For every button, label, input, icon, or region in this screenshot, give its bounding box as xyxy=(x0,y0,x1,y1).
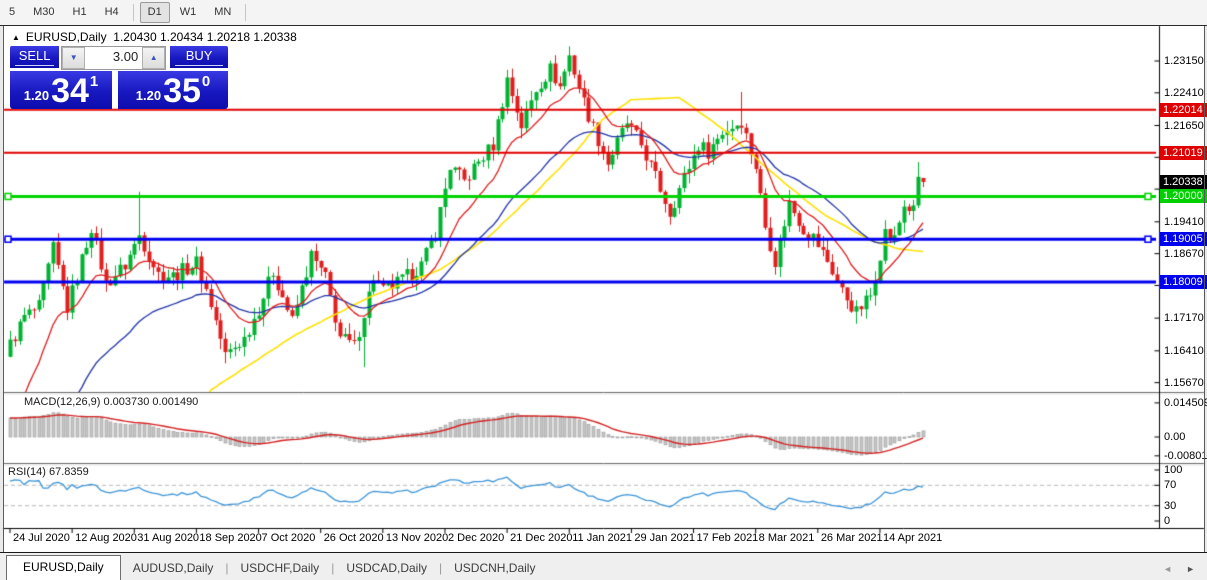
date-axis-label: 18 Sep 2020 xyxy=(199,532,261,544)
tab-scroll-controls: ◄► xyxy=(1163,565,1195,580)
collapse-panel-icon[interactable]: ▲ xyxy=(12,33,20,42)
date-axis-label: 24 Jul 2020 xyxy=(13,532,70,544)
date-axis-label: 14 Apr 2021 xyxy=(883,532,942,544)
date-axis-label: 11 Jan 2021 xyxy=(572,532,632,544)
bid-price-big: 34 xyxy=(51,74,89,108)
ask-price-button[interactable]: 1.20 35 0 xyxy=(118,71,228,109)
rsi-scale-label: 30 xyxy=(1164,500,1176,512)
one-click-trading-panel: SELL ▼ 3.00 ▲ BUY 1.20 34 1 1.20 35 0 xyxy=(10,46,228,109)
tab-scroll-right-icon[interactable]: ► xyxy=(1186,565,1195,574)
symbol-tab-usdcnh[interactable]: USDCNH,Daily xyxy=(442,557,547,580)
price-level-flag: 1.19005 xyxy=(1160,232,1207,246)
volume-spinner: ▼ 3.00 ▲ xyxy=(61,46,166,70)
chart-title: EURUSD,Daily 1.20430 1.20434 1.20218 1.2… xyxy=(26,30,297,44)
buy-underline xyxy=(175,65,223,66)
price-axis-tick-label: 1.22410 xyxy=(1164,87,1204,99)
price-axis-tick-label: 1.18670 xyxy=(1164,248,1204,260)
macd-scale-label: 0.014509 xyxy=(1164,397,1207,409)
timeframe-button-m30[interactable]: M30 xyxy=(25,2,62,23)
sell-button[interactable]: SELL xyxy=(10,46,59,68)
rsi-scale-label: 0 xyxy=(1164,515,1170,527)
price-axis-tick-label: 1.23150 xyxy=(1164,55,1204,67)
date-axis-label: 21 Dec 2020 xyxy=(510,532,572,544)
date-axis-label: 29 Jan 2021 xyxy=(634,532,695,544)
macd-name: MACD(12,26,9) xyxy=(24,396,100,408)
toolbar-separator xyxy=(133,4,134,21)
date-axis-label: 12 Aug 2020 xyxy=(75,532,137,544)
date-axis-label: 8 Mar 2021 xyxy=(759,532,815,544)
date-axis-label: 7 Oct 2020 xyxy=(262,532,316,544)
rsi-value: 67.8359 xyxy=(49,466,89,478)
date-axis-label: 31 Aug 2020 xyxy=(137,532,199,544)
macd-scale-label: -0.008017 xyxy=(1164,450,1207,462)
symbol-tab-audusd[interactable]: AUDUSD,Daily xyxy=(121,557,226,580)
symbol-tab-usdchf[interactable]: USDCHF,Daily xyxy=(229,557,332,580)
tab-scroll-left-icon[interactable]: ◄ xyxy=(1163,565,1172,574)
date-axis-label: 17 Feb 2021 xyxy=(697,532,759,544)
ask-price-prefix: 1.20 xyxy=(136,88,161,103)
buy-button[interactable]: BUY xyxy=(170,46,228,68)
rsi-indicator-label: RSI(14) 67.8359 xyxy=(8,466,89,478)
ask-price-sup: 0 xyxy=(202,73,210,90)
volume-decrease-button[interactable]: ▼ xyxy=(62,47,85,69)
volume-input[interactable]: 3.00 xyxy=(85,47,142,69)
symbol-tab-usdcad[interactable]: USDCAD,Daily xyxy=(334,557,439,580)
rsi-name: RSI(14) xyxy=(8,466,46,478)
timeframe-toolbar: 5M30H1H4 D1W1MN xyxy=(0,0,1207,26)
price-axis-tick-label: 1.16410 xyxy=(1164,345,1204,357)
date-axis-label: 26 Oct 2020 xyxy=(324,532,384,544)
macd-values: 0.003730 0.001490 xyxy=(103,396,198,408)
price-axis-tick-label: 1.19410 xyxy=(1164,216,1204,228)
ask-price-big: 35 xyxy=(163,74,201,108)
bid-price-button[interactable]: 1.20 34 1 xyxy=(10,71,112,109)
symbol-tab-eurusd[interactable]: EURUSD,Daily xyxy=(6,555,121,580)
sell-button-label: SELL xyxy=(19,48,51,63)
buy-button-label: BUY xyxy=(186,48,213,63)
price-axis-tick-label: 1.15670 xyxy=(1164,377,1204,389)
timeframe-button-d1[interactable]: D1 xyxy=(140,2,170,23)
bid-price-prefix: 1.20 xyxy=(24,88,49,103)
price-level-flag: 1.20338 xyxy=(1160,175,1207,189)
price-level-flag: 1.18009 xyxy=(1160,275,1207,289)
timeframe-button-h1[interactable]: H1 xyxy=(65,2,95,23)
bid-price-sup: 1 xyxy=(90,73,98,90)
timeframe-button-w1[interactable]: W1 xyxy=(172,2,205,23)
chart-header: ▲ EURUSD,Daily 1.20430 1.20434 1.20218 1… xyxy=(12,30,297,44)
date-axis-label: 13 Nov 2020 xyxy=(386,532,448,544)
date-axis-label: 2 Dec 2020 xyxy=(448,532,504,544)
timeframe-button-5[interactable]: 5 xyxy=(1,2,23,23)
price-axis-tick-label: 1.21650 xyxy=(1164,120,1204,132)
macd-scale-label: 0.00 xyxy=(1164,431,1185,443)
volume-increase-button[interactable]: ▲ xyxy=(142,47,165,69)
timeframe-button-mn[interactable]: MN xyxy=(206,2,239,23)
symbol-tab-bar: EURUSD,DailyAUDUSD,Daily|USDCHF,Daily|US… xyxy=(0,552,1207,580)
price-level-flag: 1.22014 xyxy=(1160,103,1207,117)
price-level-flag: 1.21019 xyxy=(1160,146,1207,160)
date-axis-label: 26 Mar 2021 xyxy=(821,532,883,544)
macd-indicator-label: MACD(12,26,9) 0.003730 0.001490 xyxy=(24,396,198,408)
sell-underline xyxy=(15,65,54,66)
rsi-scale-label: 100 xyxy=(1164,464,1182,476)
toolbar-separator xyxy=(245,4,246,21)
timeframe-button-h4[interactable]: H4 xyxy=(97,2,127,23)
price-axis-tick-label: 1.17170 xyxy=(1164,312,1204,324)
rsi-scale-label: 70 xyxy=(1164,479,1176,491)
price-level-flag: 1.20000 xyxy=(1160,189,1207,203)
